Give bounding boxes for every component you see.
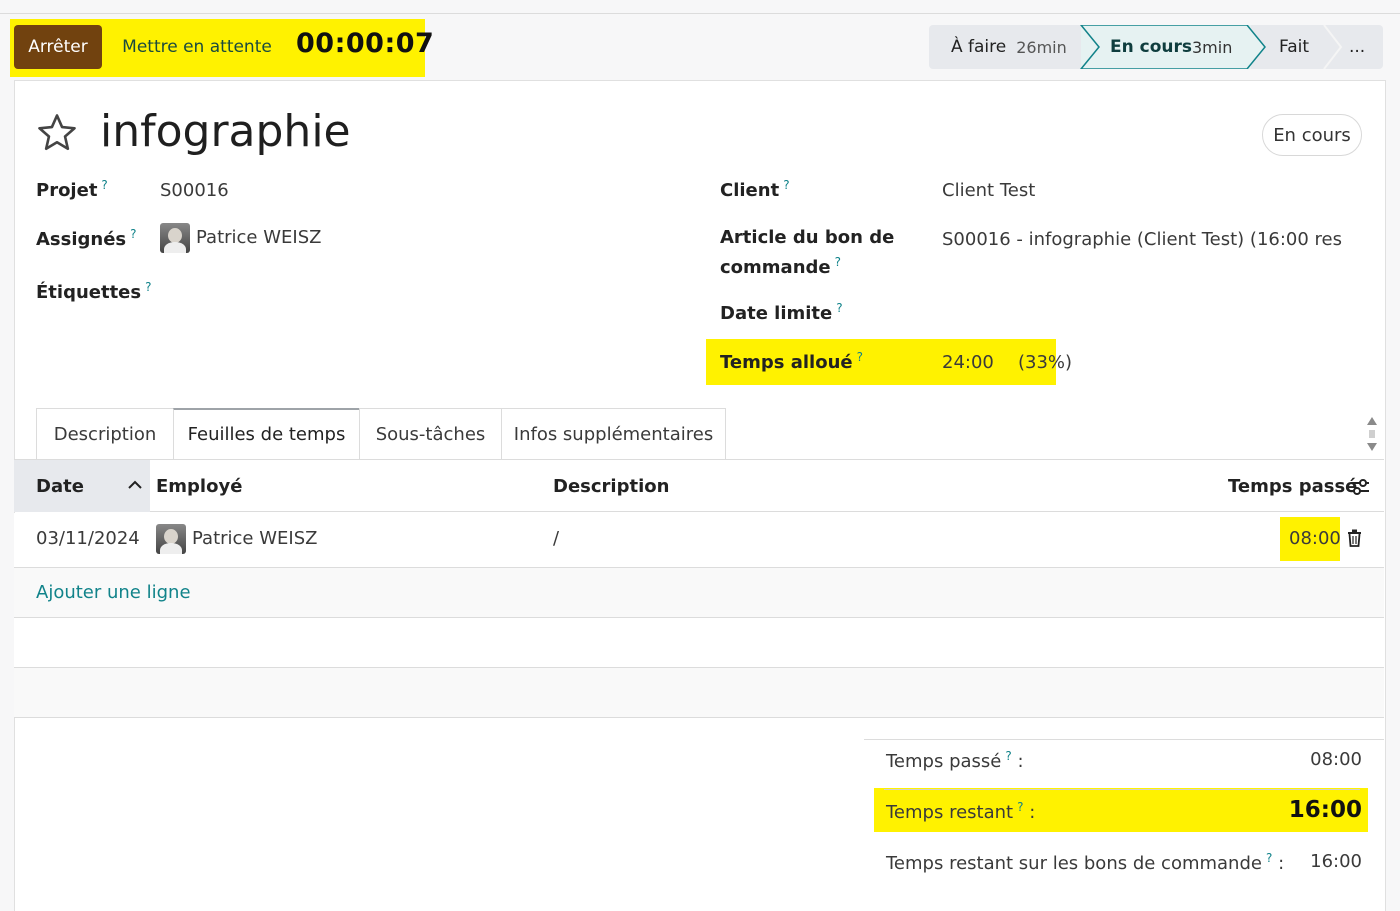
add-line-link[interactable]: Ajouter une ligne — [36, 582, 191, 603]
client-label: Client? — [720, 178, 790, 201]
star-icon[interactable] — [36, 112, 78, 154]
stage-in-progress-label: En cours — [1110, 37, 1192, 57]
total-temps-restant-label: Temps restant? : — [886, 800, 1036, 823]
assignes-field[interactable]: Patrice WEISZ — [160, 223, 321, 253]
tab-timesheets[interactable]: Feuilles de temps — [173, 408, 360, 459]
top-divider — [0, 13, 1400, 14]
sort-ascending-icon[interactable] — [127, 479, 143, 491]
total-temps-passe-value: 08:00 — [1310, 749, 1362, 770]
scrollbar-thumb[interactable] — [1369, 430, 1375, 438]
column-header-description[interactable]: Description — [553, 476, 669, 497]
totals-divider — [864, 739, 1384, 740]
pause-button[interactable]: Mettre en attente — [110, 25, 284, 69]
add-line-row — [14, 568, 1384, 618]
row-description[interactable]: / — [553, 528, 559, 549]
trash-icon[interactable] — [1347, 529, 1362, 547]
scroll-down-icon[interactable] — [1367, 443, 1377, 451]
notebook-tabs: Description Feuilles de temps Sous-tâche… — [36, 408, 726, 460]
stage-in-progress-duration: 3min — [1192, 38, 1233, 57]
projet-label: Projet? — [36, 178, 108, 201]
article-label-line1: Article du bon de — [720, 227, 895, 248]
total-temps-restant-bc-value: 16:00 — [1310, 851, 1362, 872]
scroll-up-icon[interactable] — [1367, 417, 1377, 425]
total-temps-restant-value: 16:00 — [1288, 797, 1362, 823]
projet-field[interactable]: S00016 — [160, 180, 229, 201]
row-employee[interactable]: Patrice WEISZ — [156, 524, 317, 554]
total-temps-restant-bc-label: Temps restant sur les bons de commande? … — [886, 851, 1285, 874]
tab-extra-info[interactable]: Infos supplémentaires — [501, 408, 726, 459]
empty-row — [14, 618, 1384, 668]
etiquettes-label: Étiquettes? — [36, 280, 152, 303]
employee-name: Patrice WEISZ — [192, 528, 318, 549]
date-limite-label: Date limite? — [720, 301, 843, 324]
article-label-line2: commande? — [720, 255, 841, 278]
assignee-name: Patrice WEISZ — [196, 227, 322, 248]
column-header-date[interactable]: Date — [36, 476, 84, 497]
avatar — [156, 524, 186, 554]
tab-description[interactable]: Description — [36, 408, 174, 459]
temps-alloue-label: Temps alloué? — [720, 350, 863, 373]
column-header-time[interactable]: Temps passé — [1228, 476, 1357, 497]
temps-alloue-percent: (33%) — [1018, 352, 1073, 373]
article-field[interactable]: S00016 - infographie (Client Test) (16:0… — [942, 229, 1342, 250]
total-temps-passe-label: Temps passé? : — [886, 749, 1024, 772]
empty-row — [14, 668, 1384, 718]
row-date[interactable]: 03/11/2024 — [36, 528, 140, 549]
status-badge[interactable]: En cours — [1262, 114, 1362, 156]
client-field[interactable]: Client Test — [942, 180, 1035, 201]
column-header-employee[interactable]: Employé — [156, 476, 242, 497]
timer: 00:00:07 — [296, 28, 435, 59]
task-title[interactable]: infographie — [100, 106, 351, 157]
assignes-label: Assignés? — [36, 227, 137, 250]
tab-subtasks[interactable]: Sous-tâches — [359, 408, 502, 459]
totals-separator — [884, 789, 1360, 790]
avatar — [160, 223, 190, 253]
column-settings-icon[interactable] — [1349, 477, 1371, 497]
row-time[interactable]: 08:00 — [1289, 528, 1341, 549]
stop-button[interactable]: Arrêter — [14, 25, 102, 69]
temps-alloue-field[interactable]: 24:00 — [942, 352, 994, 373]
